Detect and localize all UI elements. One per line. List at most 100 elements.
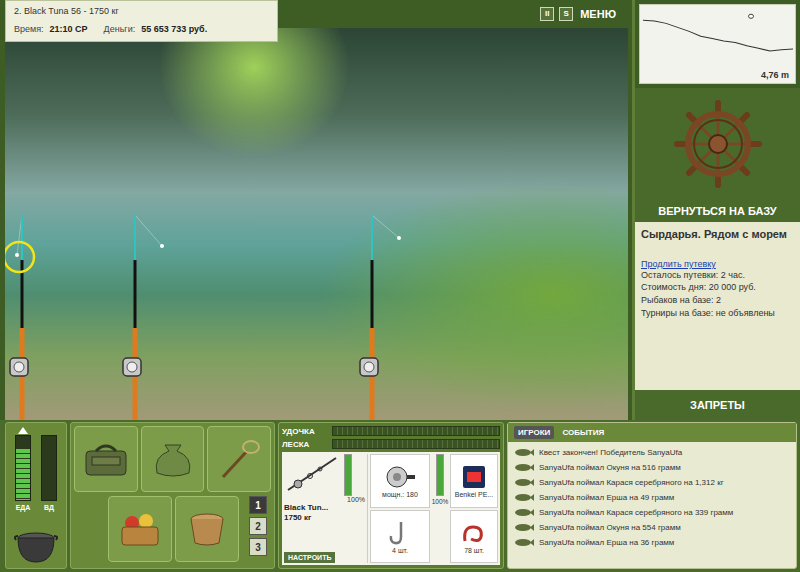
tension-label: ЛЕСКА [282, 440, 328, 449]
chat-message: SanyaUfa поймал Ерша на 49 грамм [514, 491, 790, 503]
need-label: ЕДА [16, 504, 31, 511]
info-line: Осталось путевки: 2 час. [641, 270, 794, 282]
configure-button[interactable]: НАСТРОИТЬ [284, 552, 335, 563]
fish-icon [514, 448, 534, 457]
chat-panel: ИГРОКИ СОБЫТИЯ Квест закончен! Победитель… [507, 422, 797, 569]
money-label: Деньги: [104, 24, 136, 34]
fish-icon [514, 478, 534, 487]
worm-icon [459, 519, 489, 547]
tension-bar: УДОЧКА [282, 426, 500, 436]
fish-icon [514, 538, 534, 547]
landing-net-icon [217, 437, 261, 481]
reel-cell[interactable]: мощн.: 180 [370, 454, 430, 508]
chat-message: SanyaUfa поймал Окуня на 516 грамм [514, 461, 790, 473]
selection-ring-icon [5, 242, 34, 272]
location-name: Сырдарья. Рядом с морем [641, 228, 794, 242]
inventory-panel: 1 2 3 [70, 422, 275, 569]
depth-map: 4,76 m [635, 0, 800, 88]
float-icon [397, 236, 401, 240]
need-meter: ВД [41, 427, 57, 511]
chat-message: SanyaUfa поймал Ерша на 36 грамм [514, 536, 790, 548]
location-info: Сырдарья. Рядом с морем Продлить путевку… [635, 222, 800, 390]
cooking-pot-icon[interactable] [13, 528, 59, 564]
money-value: 55 653 733 руб. [141, 24, 207, 34]
rods-layer [5, 28, 628, 420]
set-button[interactable]: 1 [249, 496, 267, 514]
rod-icon [284, 454, 340, 494]
hook-icon [385, 519, 415, 547]
tackle-panel: УДОЧКА ЛЕСКА 100% Black Tun... 1750 кг Н… [278, 422, 504, 569]
helm-button[interactable] [635, 88, 800, 200]
boat-marker-icon [749, 14, 754, 18]
info-line: Турниры на базе: не объявлены [641, 308, 794, 320]
tackle-bag-icon [82, 439, 130, 479]
float-icon [160, 244, 164, 248]
float-icon [15, 253, 19, 257]
set-button[interactable]: 3 [249, 538, 267, 556]
bag-slot[interactable] [141, 426, 205, 492]
tools-slot[interactable] [207, 426, 271, 492]
bottom-panel: ЕДА ВД 1 2 3 УДОЧКА ЛЕСКА 100% Black Tun..… [0, 420, 800, 572]
status-header: 2. Black Tuna 56 - 1750 кг Время: 21:10 … [5, 0, 278, 42]
fish-icon [514, 463, 534, 472]
hook-cell[interactable]: 4 шт. [370, 510, 430, 564]
message-list: Квест закончен! Победитель SanyaUfa Sany… [508, 442, 796, 552]
toolbar-button[interactable]: S [559, 7, 573, 21]
line-cell[interactable]: Benkei PE... [450, 454, 498, 508]
food-basket-icon [116, 509, 164, 549]
fish-icon [514, 493, 534, 502]
sidebar: 4,76 m ВЕРНУТЬСЯ НА БАЗУ Сырдарья. Рядом… [632, 0, 800, 420]
sack-icon [151, 439, 195, 479]
info-line: Стоимость дня: 20 000 руб. [641, 282, 794, 294]
set-button[interactable]: 2 [249, 517, 267, 535]
time-label: Время: [14, 24, 44, 34]
extend-link[interactable]: Продлить путевку [641, 259, 794, 269]
depth-profile-chart [643, 8, 793, 66]
needs-panel: ЕДА ВД [5, 422, 67, 569]
rod-cell[interactable]: 100% Black Tun... 1750 кг НАСТРОИТЬ [284, 454, 368, 563]
bait-count: 78 шт. [464, 547, 484, 554]
bucket-icon [185, 509, 229, 549]
arrow-icon [18, 427, 28, 434]
line-name: Benkei PE... [455, 491, 494, 498]
chat-tab[interactable]: ИГРОКИ [514, 426, 554, 439]
tackle-box-slot[interactable] [74, 426, 138, 492]
ship-wheel-icon [670, 96, 766, 192]
rod-condition: 100% [347, 496, 365, 503]
menu-button[interactable]: МЕНЮ [578, 8, 618, 20]
reel-power: мощн.: 180 [382, 491, 418, 498]
fish-icon [514, 508, 534, 517]
tackle-card: 100% Black Tun... 1750 кг НАСТРОИТЬ мощн… [282, 452, 500, 565]
game-screen: II S МЕНЮ 2. Black Tuna 56 - 1750 кг Время… [0, 0, 800, 572]
return-to-base-button[interactable]: ВЕРНУТЬСЯ НА БАЗУ [635, 200, 800, 222]
reel-condition: 100% [432, 498, 449, 505]
info-line: Рыбаков на базе: 2 [641, 295, 794, 307]
line-spool-icon [459, 463, 489, 491]
fishing-rod[interactable] [123, 215, 164, 420]
fish-title: 2. Black Tuna 56 - 1750 кг [14, 6, 269, 16]
lake-scene [5, 28, 628, 420]
reel-icon [383, 463, 417, 491]
bans-button[interactable]: ЗАПРЕТЫ [635, 390, 800, 420]
fishing-rod[interactable] [360, 215, 401, 420]
fishing-rod[interactable] [5, 215, 34, 420]
chat-tab[interactable]: СОБЫТИЯ [558, 426, 608, 439]
rod-name: Black Tun... [284, 503, 328, 513]
fish-icon [514, 523, 534, 532]
need-meter: ЕДА [15, 427, 31, 511]
food-basket-slot[interactable] [108, 496, 172, 562]
tension-label: УДОЧКА [282, 427, 328, 436]
chat-message: SanyaUfa поймал Карася серебряного на 1,… [514, 476, 790, 488]
bait-cell[interactable]: 78 шт. [450, 510, 498, 564]
toolbar-button[interactable]: II [540, 7, 554, 21]
chat-message: SanyaUfa поймал Карася серебряного на 33… [514, 506, 790, 518]
main-view: II S МЕНЮ 2. Black Tuna 56 - 1750 кг Время… [0, 0, 632, 420]
rod-weight: 1750 кг [284, 513, 311, 523]
need-label: ВД [44, 504, 54, 511]
chat-message: SanyaUfa поймал Окуня на 554 грамм [514, 521, 790, 533]
chat-message: Квест закончен! Победитель SanyaUfa [514, 446, 790, 458]
tension-bar: ЛЕСКА [282, 439, 500, 449]
hook-count: 4 шт. [392, 547, 408, 554]
bucket-slot[interactable] [175, 496, 239, 562]
depth-reading: 4,76 m [761, 70, 789, 80]
